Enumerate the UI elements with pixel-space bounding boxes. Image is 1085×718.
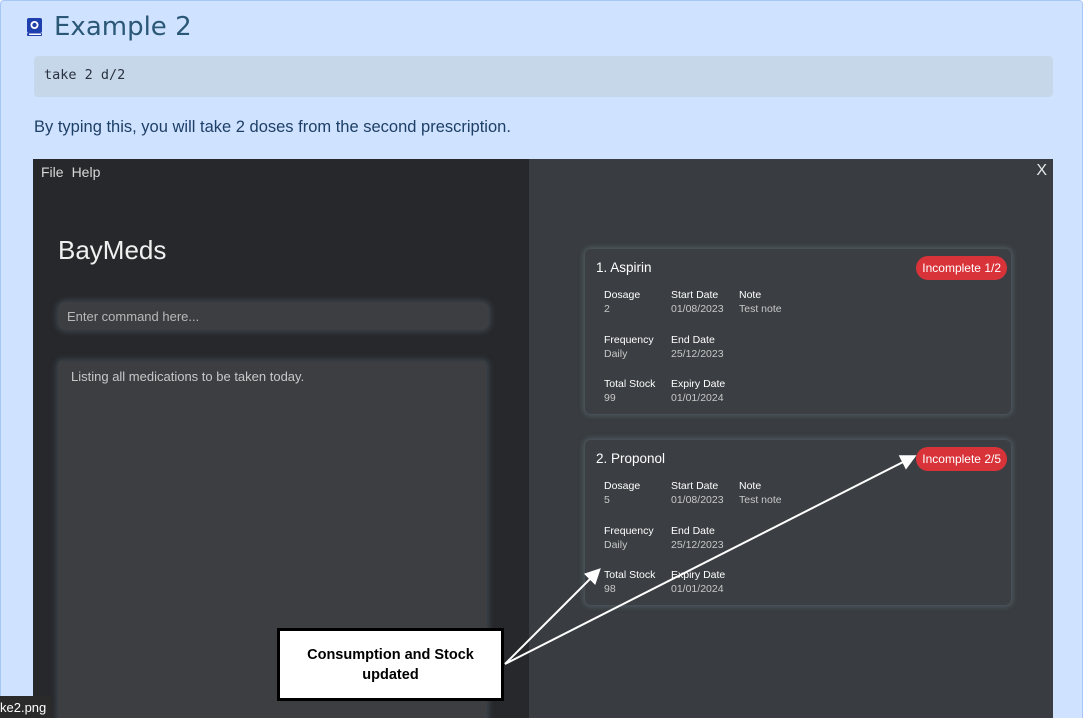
field-label: Dosage (604, 480, 641, 492)
note-field: Note Test note (739, 288, 782, 316)
field-value: 98 (604, 583, 616, 595)
frequency-field: Frequency Daily (604, 333, 654, 361)
field-label: End Date (671, 525, 715, 537)
field-label: End Date (671, 334, 715, 346)
field-value: 25/12/2023 (671, 348, 724, 360)
start-date-field: Start Date 01/08/2023 (671, 479, 724, 507)
expiry-date-field: Expiry Date 01/01/2024 (671, 377, 725, 405)
example-heading: Example 2 (26, 9, 192, 45)
note-field: Note Test note (739, 479, 782, 507)
heading-text: Example 2 (54, 12, 192, 42)
file-name-chip: ke2.png (0, 696, 53, 718)
field-label: Start Date (671, 480, 719, 492)
field-value: Daily (604, 539, 628, 551)
field-label: Total Stock (604, 378, 656, 390)
field-label: Note (739, 480, 762, 492)
card-title: 2. Proponol (596, 451, 666, 466)
close-button[interactable]: X (1036, 162, 1047, 180)
end-date-field: End Date 25/12/2023 (671, 333, 724, 361)
description-text: By typing this, you will take 2 doses fr… (34, 118, 511, 136)
field-label: Expiry Date (671, 569, 726, 581)
command-input[interactable] (58, 302, 489, 330)
dosage-field: Dosage 2 (604, 288, 640, 316)
frequency-field: Frequency Daily (604, 524, 654, 552)
menu-bar: File Help (33, 159, 108, 185)
field-value: 99 (604, 392, 616, 404)
expiry-date-field: Expiry Date 01/01/2024 (671, 568, 725, 596)
field-label: Dosage (604, 289, 641, 301)
field-value: 25/12/2023 (671, 539, 724, 551)
field-value: Test note (739, 494, 782, 506)
status-badge: Incomplete 1/2 (916, 256, 1007, 280)
menu-file[interactable]: File (41, 164, 64, 180)
field-value: 01/08/2023 (671, 494, 724, 506)
card-title: 1. Aspirin (596, 260, 652, 275)
command-code-block: take 2 d/2 (34, 56, 1053, 97)
field-value: Daily (604, 348, 628, 360)
field-value: 5 (604, 494, 610, 506)
dosage-field: Dosage 5 (604, 479, 640, 507)
field-value: 2 (604, 303, 610, 315)
field-value: 01/01/2024 (671, 583, 724, 595)
book-icon (27, 18, 42, 36)
field-label: Frequency (604, 525, 654, 537)
medication-card[interactable]: 1. Aspirin Incomplete 1/2 Dosage 2 Start… (585, 249, 1011, 414)
field-value: 01/01/2024 (671, 392, 724, 404)
medication-card[interactable]: 2. Proponol Incomplete 2/5 Dosage 5 Star… (585, 440, 1011, 605)
start-date-field: Start Date 01/08/2023 (671, 288, 724, 316)
field-label: Start Date (671, 289, 719, 301)
field-label: Total Stock (604, 569, 656, 581)
field-label: Frequency (604, 334, 654, 346)
menu-help[interactable]: Help (72, 164, 101, 180)
field-value: 01/08/2023 (671, 303, 724, 315)
app-screenshot: File Help BayMeds Listing all medication… (33, 159, 1053, 718)
annotation-callout: Consumption and Stock updated (277, 628, 504, 701)
field-label: Note (739, 289, 762, 301)
app-title: BayMeds (58, 235, 167, 265)
field-value: Test note (739, 303, 782, 315)
status-badge: Incomplete 2/5 (916, 447, 1007, 471)
end-date-field: End Date 25/12/2023 (671, 524, 724, 552)
total-stock-field: Total Stock 98 (604, 568, 655, 596)
total-stock-field: Total Stock 99 (604, 377, 655, 405)
field-label: Expiry Date (671, 378, 726, 390)
